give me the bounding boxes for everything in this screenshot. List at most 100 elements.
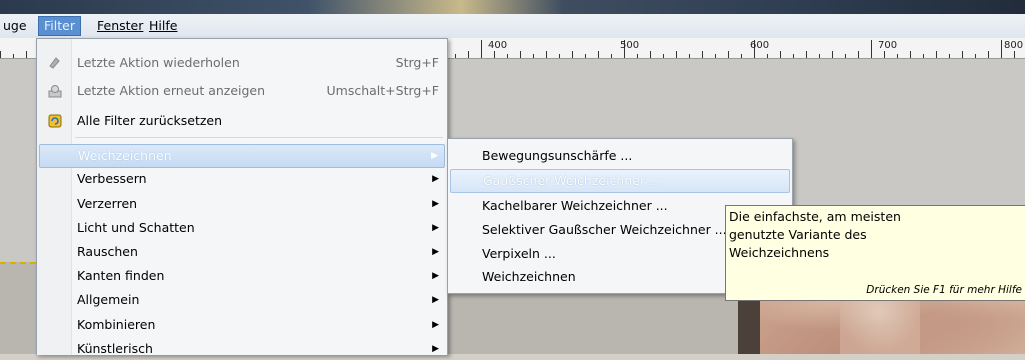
menu-item-verbessern[interactable]: Verbessern ▶	[39, 168, 445, 190]
submenu-arrow-icon: ▶	[432, 223, 439, 233]
ruler-tick	[845, 54, 846, 58]
ruler-tick	[806, 51, 807, 58]
reset-icon	[47, 113, 63, 129]
menu-item-weichzeichnen[interactable]: Weichzeichnen ▶	[39, 144, 445, 168]
ruler-tick	[13, 54, 14, 58]
menu-item-label: Kanten finden	[77, 268, 165, 283]
menu-item-label: Verpixeln ...	[482, 246, 556, 261]
menu-item-kanten-finden[interactable]: Kanten finden ▶	[39, 265, 445, 287]
tooltip-line: Weichzeichnens	[729, 245, 830, 260]
ruler-tick	[598, 51, 599, 58]
ruler-tick	[0, 51, 1, 58]
menu-item-label: Verzerren	[77, 196, 138, 211]
menu-item-label: Alle Filter zurücksetzen	[77, 113, 223, 128]
ruler-tick	[923, 54, 924, 58]
menu-item-licht-und-schatten[interactable]: Licht und Schatten ▶	[39, 217, 445, 239]
ruler-tick	[533, 54, 534, 58]
ruler-tick	[897, 54, 898, 58]
tooltip-line: Die einfachste, am meisten	[729, 209, 901, 224]
menu-item-verzerren[interactable]: Verzerren ▶	[39, 193, 445, 215]
tooltip: Die einfachste, am meisten genutzte Vari…	[725, 205, 1025, 301]
ruler-tick	[832, 51, 833, 58]
menu-item-repeat-last[interactable]: Letzte Aktion wiederholen Strg+F	[39, 52, 445, 74]
ruler-tick	[455, 54, 456, 58]
ruler-tick	[468, 51, 469, 58]
menubar-item-fenster[interactable]: Fenster	[92, 17, 148, 35]
menu-item-allgemein[interactable]: Allgemein ▶	[39, 289, 445, 311]
ruler-tick	[858, 51, 859, 58]
menu-item-label: Rauschen	[77, 244, 138, 259]
ruler-label: 400	[488, 40, 508, 51]
ruler-label: 800	[1004, 40, 1024, 51]
menubar-item-fenster-label: Fenster	[97, 18, 144, 33]
ruler-tick	[663, 54, 664, 58]
menu-item-label: Licht und Schatten	[77, 220, 195, 235]
ruler-tick	[494, 51, 495, 58]
menubar-item-werkzeuge[interactable]: uge	[0, 17, 32, 35]
submenu-arrow-icon: ▶	[431, 151, 438, 161]
ruler-tick	[572, 51, 573, 58]
submenu-arrow-icon: ▶	[432, 199, 439, 209]
ruler-tick	[780, 51, 781, 58]
menu-item-shortcut: Umschalt+Strg+F	[326, 83, 440, 98]
ruler-tick	[650, 51, 651, 58]
submenu-arrow-icon: ▶	[432, 174, 439, 184]
menu-item-label: Kachelbarer Weichzeichner ...	[482, 198, 668, 213]
menu-item-label: Selektiver Gaußscher Weichzeichner ...	[482, 222, 727, 237]
ruler-tick	[559, 54, 560, 58]
ruler-tick	[585, 54, 586, 58]
ruler-tick	[702, 51, 703, 58]
ruler-tick	[637, 54, 638, 58]
ruler-tick	[949, 54, 950, 58]
tooltip-line: genutzte Variante des	[729, 227, 867, 242]
ruler-tick	[793, 54, 794, 58]
menu-item-label: Weichzeichnen	[78, 148, 172, 163]
ruler-tick	[1001, 40, 1002, 58]
ruler-label: 700	[878, 40, 898, 51]
ruler-tick	[988, 51, 989, 58]
menu-item-label: Bewegungsunschärfe ...	[482, 148, 633, 163]
window-top-strip	[0, 0, 1025, 14]
submenu-arrow-icon: ▶	[432, 320, 439, 330]
ruler-tick	[546, 51, 547, 58]
ruler-tick	[728, 51, 729, 58]
menu-item-kombinieren[interactable]: Kombinieren ▶	[39, 314, 445, 336]
menu-item-label: Letzte Aktion wiederholen	[77, 55, 240, 70]
menu-item-gausscher-weichzeichner[interactable]: Gaußscher Weichzeichner ...	[450, 169, 790, 193]
ruler-tick	[741, 54, 742, 58]
menu-item-label: Gaußscher Weichzeichner ...	[483, 173, 662, 188]
menu-item-label: Allgemein	[77, 292, 140, 307]
ruler-tick	[715, 54, 716, 58]
submenu-arrow-icon: ▶	[432, 344, 439, 354]
ruler-tick	[26, 51, 27, 58]
ruler-tick	[936, 51, 937, 58]
menu-item-bewegungsunschaerfe[interactable]: Bewegungsunschärfe ...	[450, 145, 790, 167]
ruler-tick	[962, 51, 963, 58]
ruler-tick	[520, 51, 521, 58]
reshow-icon	[47, 83, 63, 99]
menu-item-kuenstlerisch[interactable]: Künstlerisch ▶	[39, 338, 445, 360]
ruler-tick	[481, 40, 482, 58]
menu-item-label: Weichzeichnen	[482, 269, 576, 284]
menu-item-label: Letzte Aktion erneut anzeigen	[77, 83, 266, 98]
menubar-item-hilfe-label: Hilfe	[149, 18, 178, 33]
menu-item-rauschen[interactable]: Rauschen ▶	[39, 241, 445, 263]
filter-menu: Letzte Aktion wiederholen Strg+F Letzte …	[36, 38, 448, 356]
menubar-item-hilfe[interactable]: Hilfe	[144, 17, 182, 35]
ruler-tick	[689, 54, 690, 58]
tooltip-help-hint: Drücken Sie F1 für mehr Hilfe	[866, 284, 1022, 296]
menu-item-shortcut: Strg+F	[395, 55, 439, 70]
ruler-tick	[611, 54, 612, 58]
ruler-tick	[975, 54, 976, 58]
submenu-arrow-icon: ▶	[432, 271, 439, 281]
ruler-tick	[507, 54, 508, 58]
menubar-item-filter[interactable]: Filter	[38, 16, 81, 36]
menu-separator	[75, 137, 443, 138]
ruler-label: 600	[750, 40, 770, 51]
menu-item-reset-all-filters[interactable]: Alle Filter zurücksetzen	[39, 110, 445, 132]
repeat-icon	[47, 55, 63, 71]
ruler-tick	[819, 54, 820, 58]
menu-item-reshow-last[interactable]: Letzte Aktion erneut anzeigen Umschalt+S…	[39, 80, 445, 102]
ruler-tick	[884, 51, 885, 58]
ruler-tick	[767, 54, 768, 58]
